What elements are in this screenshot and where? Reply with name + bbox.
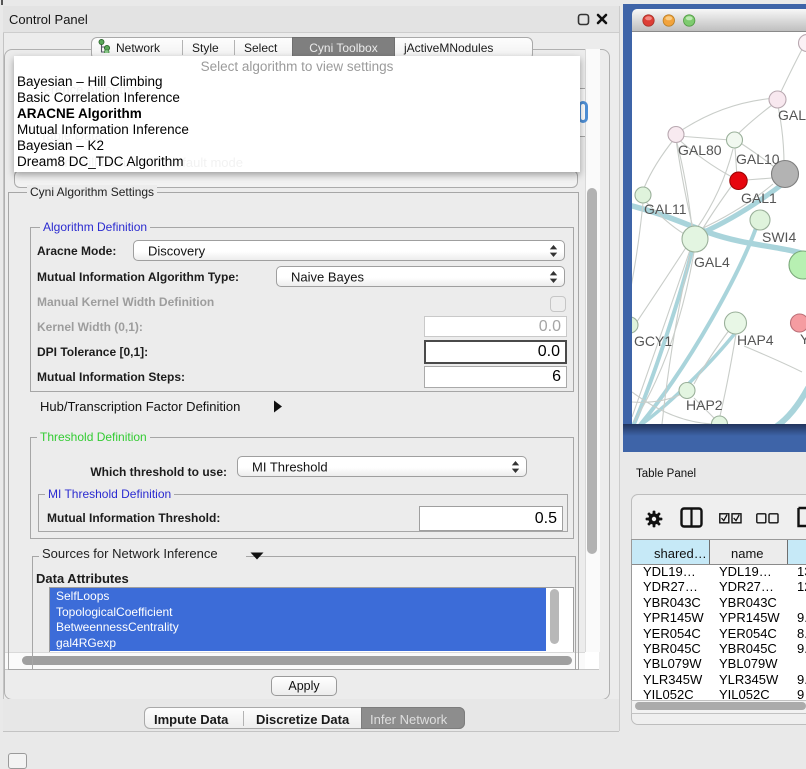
svg-text:HAP2: HAP2 bbox=[686, 397, 723, 413]
svg-text:SWI4: SWI4 bbox=[762, 229, 796, 245]
svg-text:HAP4: HAP4 bbox=[737, 332, 774, 348]
svg-text:GAL: GAL bbox=[778, 107, 806, 123]
svg-text:GAL80: GAL80 bbox=[678, 142, 722, 158]
svg-text:GAL4: GAL4 bbox=[694, 254, 730, 270]
svg-text:GAL10: GAL10 bbox=[736, 151, 780, 167]
svg-text:GAL11: GAL11 bbox=[644, 201, 687, 217]
svg-text:GCY1: GCY1 bbox=[634, 333, 672, 349]
svg-text:GAL1: GAL1 bbox=[741, 190, 777, 206]
svg-text:Y: Y bbox=[800, 331, 806, 347]
